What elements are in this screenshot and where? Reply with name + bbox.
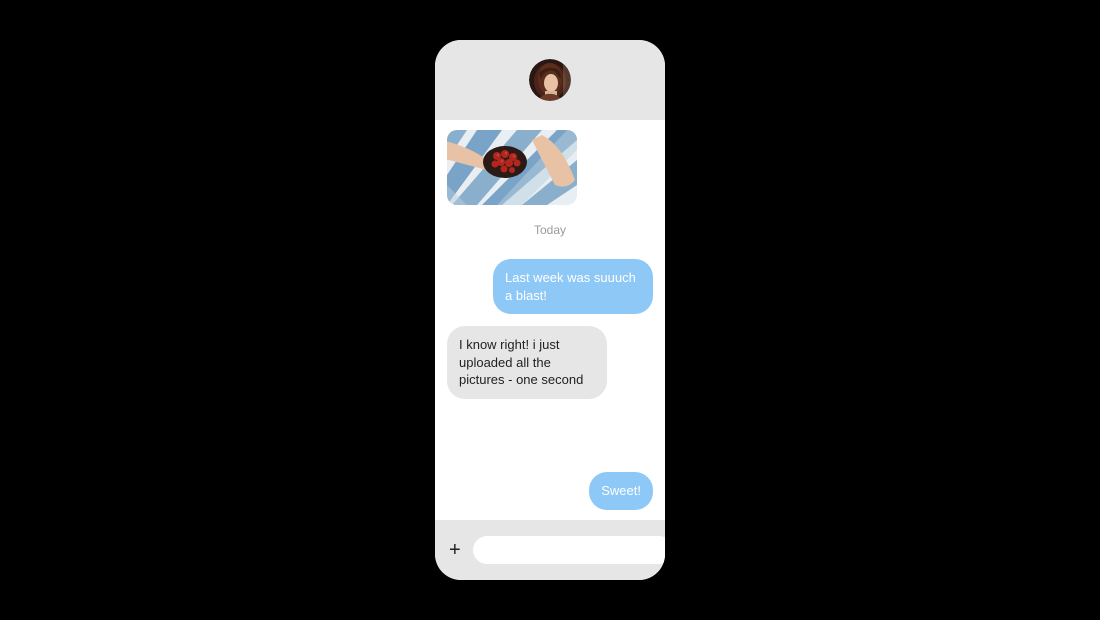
message-composer: +: [435, 520, 665, 580]
message-sent[interactable]: Sweet!: [589, 472, 653, 510]
plus-icon: +: [449, 539, 461, 561]
chat-header: [435, 40, 665, 120]
add-attachment-button[interactable]: +: [449, 540, 461, 560]
chat-scroll-area[interactable]: Today Last week was suuuch a blast! I kn…: [435, 120, 665, 520]
message-received[interactable]: I know right! i just uploaded all the pi…: [447, 326, 607, 399]
date-separator: Today: [447, 223, 653, 237]
message-sent[interactable]: Last week was suuuch a blast!: [493, 259, 653, 314]
spacer: [447, 411, 653, 461]
phone-frame: Today Last week was suuuch a blast! I kn…: [435, 40, 665, 580]
image-message[interactable]: [447, 130, 577, 205]
contact-avatar[interactable]: [529, 59, 571, 101]
message-input[interactable]: [473, 536, 665, 564]
